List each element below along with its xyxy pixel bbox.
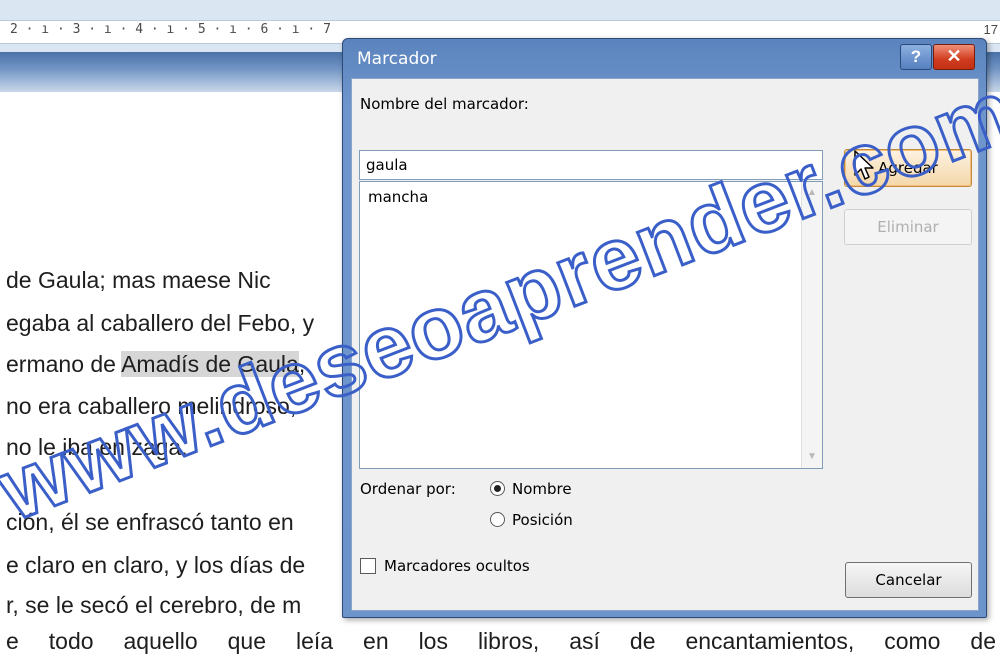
doc-line-3: ermano de Amadís de Gaula, — [6, 351, 305, 378]
bookmark-name-input[interactable] — [359, 150, 823, 180]
doc-line-7: e claro en claro, y los días de — [6, 552, 306, 578]
doc-line-2: egaba al caballero del Febo, y — [6, 310, 315, 336]
sort-position-label[interactable]: Posición — [512, 511, 573, 529]
bookmark-dialog: Marcador ? ✕ Nombre del marcador: mancha… — [342, 38, 987, 618]
delete-button[interactable]: Eliminar — [844, 209, 972, 245]
help-button[interactable]: ? — [900, 44, 932, 70]
hidden-bookmarks-label[interactable]: Marcadores ocultos — [384, 557, 530, 575]
bookmark-list[interactable]: mancha ▲ ▼ — [359, 181, 823, 469]
cancel-button[interactable]: Cancelar — [845, 562, 972, 598]
mouse-cursor-icon — [854, 150, 874, 180]
sort-name-label[interactable]: Nombre — [512, 480, 572, 498]
doc-line-6: ción, él se enfrascó tanto en — [6, 509, 294, 535]
dialog-title: Marcador — [357, 49, 437, 69]
close-icon: ✕ — [946, 46, 962, 66]
doc-line-9: e todo aquello que leía en los libros, a… — [6, 628, 996, 654]
ruler-end-mark: 17 — [983, 22, 998, 37]
help-icon: ? — [910, 47, 922, 66]
doc-line-8: r, se le secó el cerebro, de m — [6, 592, 302, 618]
doc-line-3-pre: ermano de — [6, 351, 122, 377]
doc-line-4: no era caballero melindroso, — [6, 393, 297, 419]
sort-name-radio[interactable] — [490, 481, 505, 496]
doc-line-1: de Gaula; mas maese Nic — [6, 267, 271, 293]
close-button[interactable]: ✕ — [933, 44, 975, 70]
scroll-up-icon[interactable]: ▲ — [805, 186, 819, 200]
sort-position-radio[interactable] — [490, 512, 505, 527]
bookmark-list-item[interactable]: mancha — [368, 188, 428, 206]
list-scrollbar[interactable]: ▲ ▼ — [801, 182, 822, 468]
scroll-down-icon[interactable]: ▼ — [805, 450, 819, 464]
radio-selected-dot — [494, 485, 501, 492]
selected-text[interactable]: Amadís de Gaula — [121, 351, 299, 377]
ruler-marks: 2 · ı · 3 · ı · 4 · ı · 5 · ı · 6 · ı · … — [10, 22, 331, 37]
doc-line-3-post: , — [298, 351, 306, 377]
hidden-bookmarks-checkbox[interactable] — [360, 558, 376, 574]
bookmark-name-label: Nombre del marcador: — [360, 95, 529, 113]
doc-line-5: no le iba en zaga. — [6, 434, 188, 460]
dialog-body: Nombre del marcador: mancha ▲ ▼ Agregar … — [351, 78, 979, 611]
sort-by-label: Ordenar por: — [360, 480, 456, 498]
